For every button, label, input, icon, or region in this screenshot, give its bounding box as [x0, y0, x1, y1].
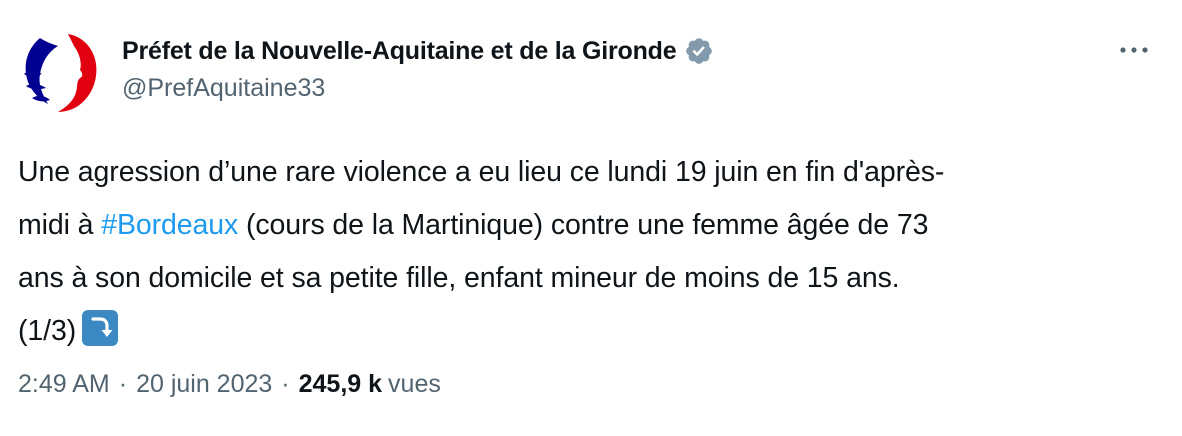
- tweet-text-line-3: ans à son domicile et sa petite fille, e…: [18, 262, 900, 294]
- tweet-text-line-2: midi à #Bordeaux (cours de la Martinique…: [18, 199, 1168, 252]
- author-avatar[interactable]: [18, 30, 104, 116]
- author-handle[interactable]: @PrefAquitaine33: [122, 74, 325, 103]
- thread-counter: (1/3): [18, 315, 77, 347]
- verified-badge-icon[interactable]: [684, 36, 714, 66]
- tweet-date[interactable]: 20 juin 2023: [136, 370, 272, 399]
- arrow-curving-down-icon: [82, 310, 119, 346]
- hashtag-link[interactable]: #Bordeaux: [101, 209, 238, 241]
- tweet-text: Une agression d’une rare violence a eu l…: [18, 146, 1168, 358]
- meta-separator-2: ·: [281, 370, 290, 398]
- ellipsis-icon: [1120, 47, 1148, 53]
- tweet-meta: 2:49 AM · 20 juin 2023 · 245,9 k vues: [18, 370, 441, 399]
- tweet-text-line-1: Une agression d’une rare violence a eu l…: [18, 156, 945, 188]
- marianne-logo-icon: [24, 34, 97, 112]
- author-display-name[interactable]: Préfet de la Nouvelle-Aquitaine et de la…: [122, 37, 677, 66]
- tweet-card: Préfet de la Nouvelle-Aquitaine et de la…: [0, 0, 1182, 436]
- tweet-text-line-2-suffix: (cours de la Martinique) contre une femm…: [238, 209, 929, 241]
- more-options-button[interactable]: [1114, 36, 1154, 64]
- meta-separator: ·: [118, 370, 128, 398]
- tweet-text-line-2-prefix: midi à: [18, 209, 102, 241]
- views-count[interactable]: 245,9 k: [299, 370, 382, 399]
- tweet-text-line-4: (1/3): [18, 305, 1168, 358]
- tweet-time[interactable]: 2:49 AM: [18, 370, 110, 399]
- author-name-row: Préfet de la Nouvelle-Aquitaine et de la…: [122, 34, 714, 68]
- views-label: vues: [388, 370, 441, 398]
